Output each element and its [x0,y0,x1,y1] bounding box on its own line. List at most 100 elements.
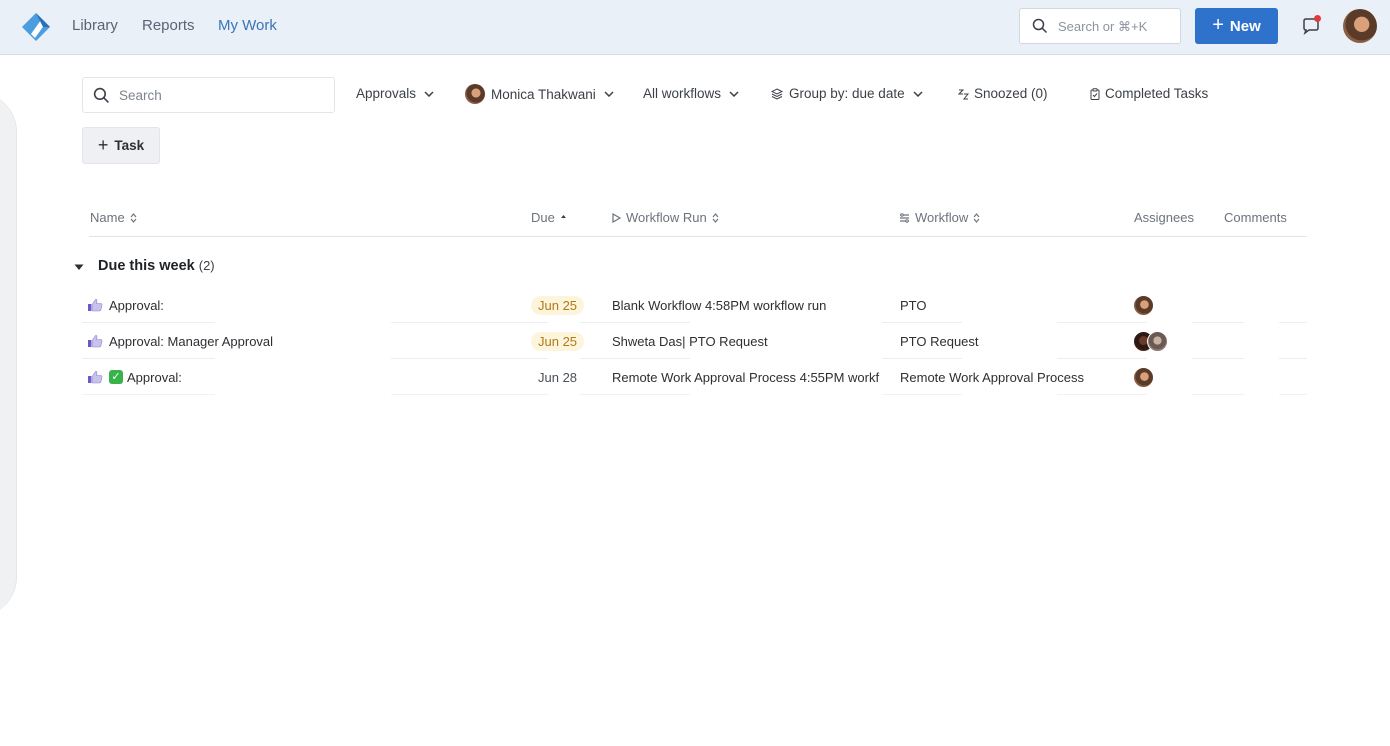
user-filter[interactable]: Monica Thakwani [465,84,614,104]
column-header-assignees-label: Assignees [1134,210,1194,225]
chevron-down-icon [913,90,923,97]
global-search-input[interactable] [1058,9,1176,43]
due-date-cell: Jun 25 [531,323,601,359]
approvals-filter-label: Approvals [356,86,417,101]
workflow-icon [900,212,909,223]
workflow-cell[interactable]: PTO [900,287,1120,323]
workflow-cell[interactable]: Remote Work Approval Process [900,359,1120,395]
chevron-down-icon [424,90,434,97]
task-row[interactable]: ✓ Approval: Jun 28 Remote Work Approval … [82,359,1307,395]
column-header-workflow-label: Workflow [915,210,969,225]
chevron-down-icon [604,91,614,97]
global-search-box [1019,8,1181,44]
approvals-filter[interactable]: Approvals [356,86,434,101]
workflow-run-cell[interactable]: Shweta Das| PTO Request [612,323,886,359]
workflow-run-link[interactable]: Remote Work Approval Process 4:55PM work… [612,370,879,385]
assignee-avatar[interactable] [1147,330,1168,352]
row-divider [1279,394,1307,395]
task-search-input[interactable] [119,78,329,112]
new-button[interactable]: + New [1195,8,1278,44]
comments-cell[interactable] [1222,323,1302,359]
task-name: Approval: [127,369,182,385]
group-by-filter[interactable]: Group by: due date [771,86,923,101]
workflows-filter-label: All workflows [643,86,722,101]
user-avatar[interactable] [1343,9,1377,43]
header-divider [89,236,1307,237]
task-name: Approval: Manager Approval [109,333,274,349]
column-header-workflow-run[interactable]: Workflow Run [612,210,719,225]
due-date-badge: Jun 28 [538,369,578,385]
assignee-avatar[interactable] [1133,294,1154,316]
group-count: (2) [198,258,215,273]
search-icon [1032,18,1048,34]
comments-cell[interactable] [1222,287,1302,323]
assignees-cell [1133,287,1213,323]
group-title: Due this week [98,258,195,274]
app-logo-icon[interactable] [21,12,51,42]
row-divider [882,394,962,395]
column-header-due[interactable]: Due [531,210,567,225]
row-divider [1057,394,1147,395]
nav-link-my-work[interactable]: My Work [218,17,277,34]
snooze-icon [958,89,969,99]
row-divider [580,394,690,395]
caret-down-icon[interactable] [74,264,84,271]
task-search-box [82,77,335,113]
task-name-cell[interactable]: Approval: [87,287,517,323]
workflow-link[interactable]: Remote Work Approval Process [900,370,1084,385]
add-task-button[interactable]: + Task [82,127,160,164]
play-icon [612,212,621,223]
column-header-comments: Comments [1224,210,1287,225]
snoozed-filter[interactable]: Snoozed (0) [958,86,1048,101]
snoozed-filter-label: Snoozed (0) [974,86,1048,101]
column-header-workflow[interactable]: Workflow [899,210,980,225]
workflow-run-cell[interactable]: Remote Work Approval Process 4:55PM work… [612,359,886,395]
thumbs-up-icon [88,335,103,348]
column-header-workflow-run-label: Workflow Run [626,210,707,225]
column-header-name-label: Name [90,210,125,225]
due-date-cell: Jun 28 [531,359,601,395]
sort-icon [130,212,137,223]
workflow-link[interactable]: PTO [900,298,927,313]
nav-link-library[interactable]: Library [72,17,118,34]
workflow-run-link[interactable]: Shweta Das| PTO Request [612,334,768,349]
row-divider [1192,394,1244,395]
assignees-cell [1133,323,1213,359]
thumbs-up-icon [88,371,103,384]
due-date-cell: Jun 25 [531,287,601,323]
task-name-cell[interactable]: ✓ Approval: [87,359,517,395]
group-header[interactable]: Due this week (2) [98,258,215,274]
comments-cell[interactable] [1222,359,1302,395]
workflow-cell[interactable]: PTO Request [900,323,1120,359]
thumbs-up-icon [88,299,103,312]
plus-icon: + [1212,14,1224,36]
column-header-due-label: Due [531,210,555,225]
task-name: Approval: [109,297,164,313]
task-row[interactable]: Approval: Manager Approval Jun 25 Shweta… [82,323,1307,359]
user-filter-label: Monica Thakwani [491,86,596,102]
completed-tasks-label: Completed Tasks [1105,86,1209,101]
task-row[interactable]: Approval: Jun 25 Blank Workflow 4:58PM w… [82,287,1307,323]
group-by-filter-label: Group by: due date [789,86,905,101]
workflow-run-link[interactable]: Blank Workflow 4:58PM workflow run [612,298,826,313]
assignee-avatar[interactable] [1133,366,1154,388]
workflow-run-cell[interactable]: Blank Workflow 4:58PM workflow run [612,287,886,323]
search-icon [93,87,109,103]
plus-icon: + [97,134,109,155]
checkmark-icon: ✓ [109,370,123,384]
sort-ascending-icon [560,214,566,218]
workflow-link[interactable]: PTO Request [900,334,979,349]
row-divider [82,394,215,395]
clipboard-icon [1090,87,1100,100]
completed-tasks-filter[interactable]: Completed Tasks [1090,86,1208,101]
column-header-name[interactable]: Name [90,210,137,225]
sort-icon [973,212,980,223]
nav-link-reports[interactable]: Reports [142,17,195,34]
chevron-down-icon [729,90,739,97]
new-button-label: New [1229,17,1261,35]
task-name-cell[interactable]: Approval: Manager Approval [87,323,517,359]
workflows-filter[interactable]: All workflows [643,86,739,101]
due-date-badge: Jun 25 [531,331,585,351]
column-header-comments-label: Comments [1224,210,1287,225]
layers-icon [771,87,783,100]
